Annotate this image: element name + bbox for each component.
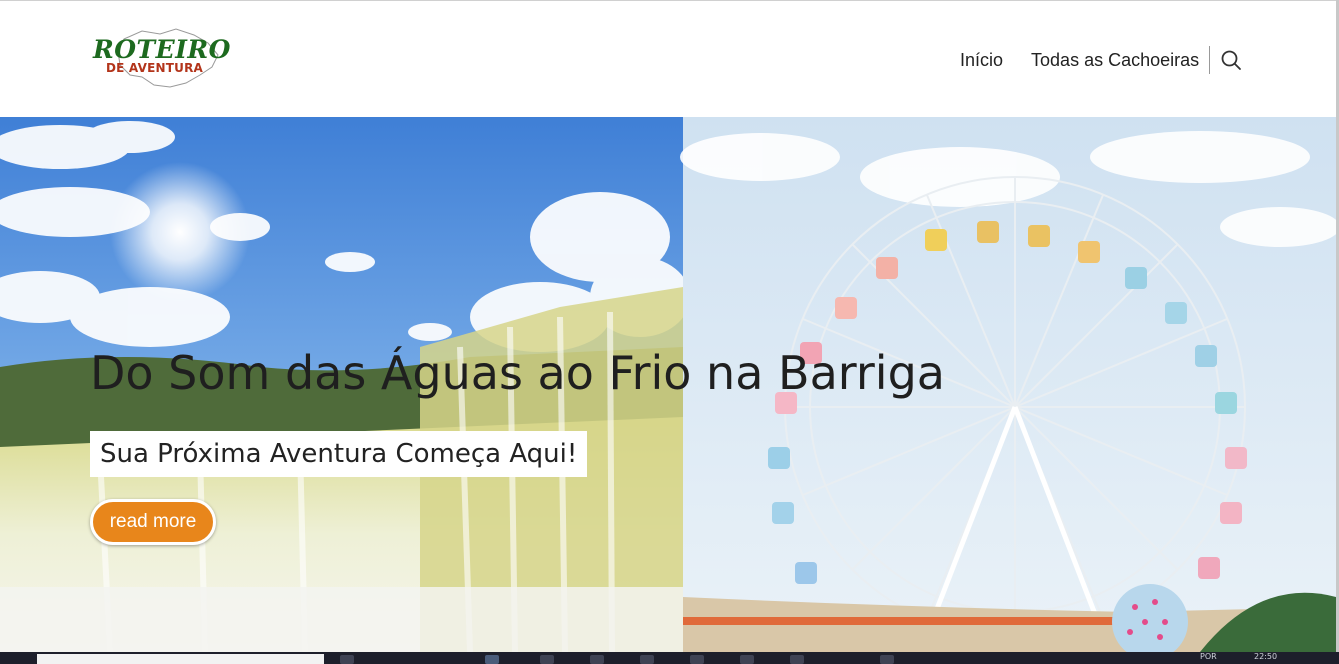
nav-divider xyxy=(1209,46,1211,74)
hero-banner: Do Som das Águas ao Frio na Barriga Sua … xyxy=(0,117,1336,652)
taskbar-app-icon[interactable] xyxy=(340,655,354,664)
taskbar-search[interactable] xyxy=(37,654,324,664)
tray-language[interactable]: POR xyxy=(1200,652,1217,662)
read-more-button[interactable]: read more xyxy=(90,499,216,545)
taskbar-app-icon[interactable] xyxy=(640,655,654,664)
nav-link-todas-as-cachoeiras[interactable]: Todas as Cachoeiras xyxy=(1031,50,1199,71)
site-logo[interactable]: ROTEIRO DE AVENTURA xyxy=(90,25,230,93)
search-icon[interactable] xyxy=(1220,49,1242,71)
logo-subtitle: DE AVENTURA xyxy=(106,61,203,75)
hero-title: Do Som das Águas ao Frio na Barriga xyxy=(90,346,945,400)
tray-clock[interactable]: 22:50 xyxy=(1254,652,1277,662)
taskbar-app-icon[interactable] xyxy=(790,655,804,664)
taskbar-app-icon[interactable] xyxy=(690,655,704,664)
os-taskbar: POR 22:50 xyxy=(0,652,1339,664)
taskbar-app-icon[interactable] xyxy=(740,655,754,664)
logo-title: ROTEIRO xyxy=(93,35,231,64)
main-nav: Início Todas as Cachoeiras xyxy=(960,46,1242,74)
nav-link-inicio[interactable]: Início xyxy=(960,50,1003,71)
hero-subtitle: Sua Próxima Aventura Começa Aqui! xyxy=(90,431,588,477)
taskbar-app-icon[interactable] xyxy=(485,655,499,664)
site-header: ROTEIRO DE AVENTURA Início Todas as Cach… xyxy=(0,1,1336,117)
taskbar-app-icon[interactable] xyxy=(540,655,554,664)
taskbar-app-icon[interactable] xyxy=(590,655,604,664)
taskbar-app-icon[interactable] xyxy=(880,655,894,664)
